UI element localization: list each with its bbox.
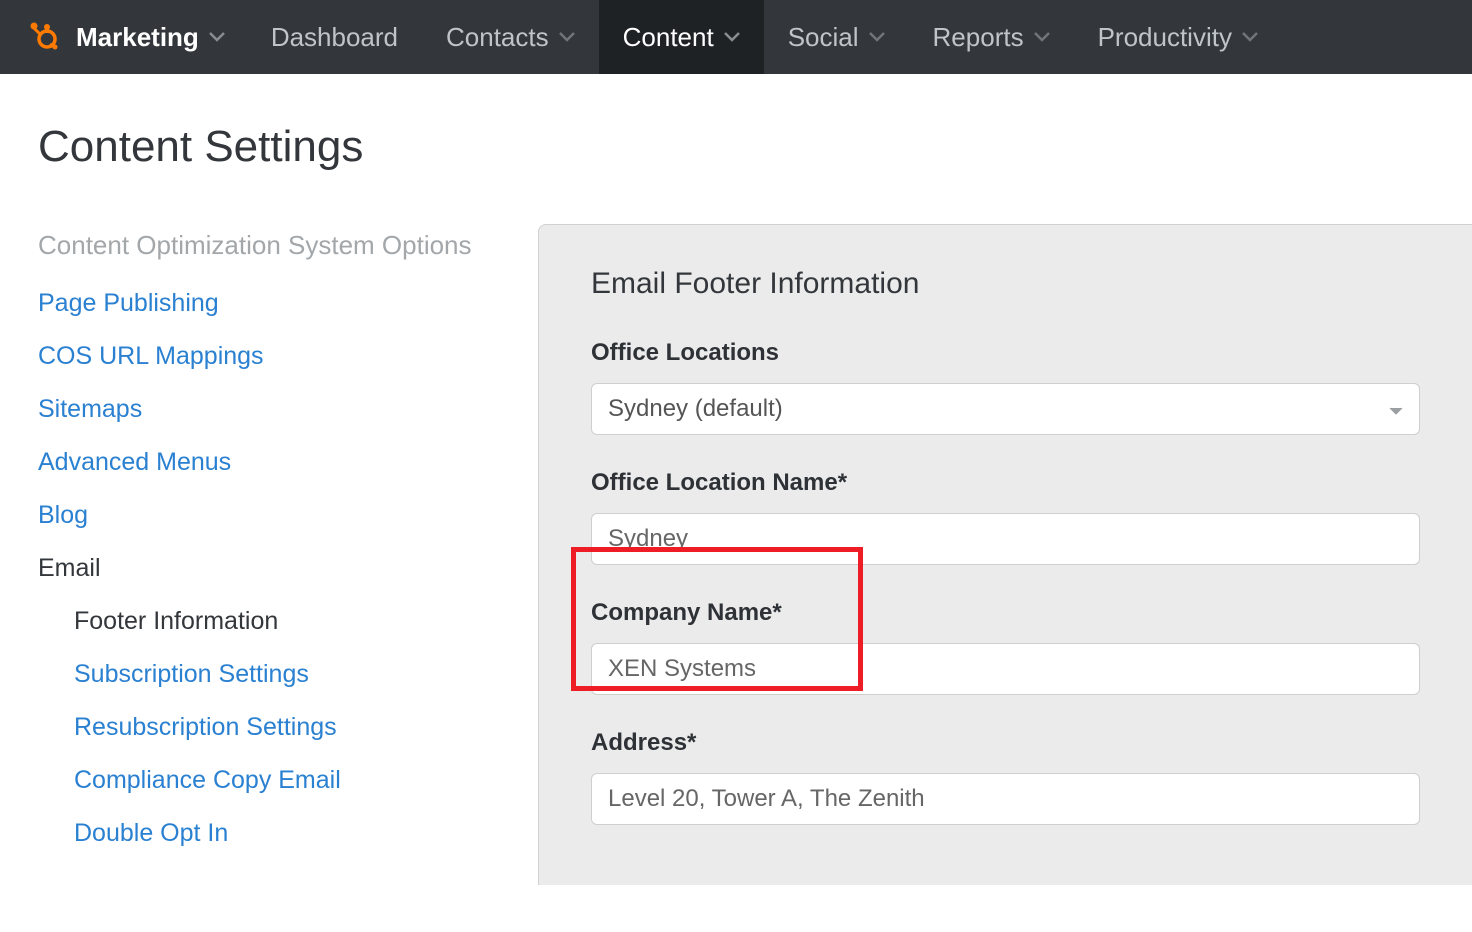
label-address: Address*	[591, 729, 1420, 757]
input-address-wrap	[591, 773, 1420, 825]
sidebar-item-advanced-menus[interactable]: Advanced Menus	[38, 448, 538, 477]
sidebar: Content Optimization System Options Page…	[38, 230, 538, 885]
chevron-down-icon	[724, 32, 740, 42]
sidebar-heading: Content Optimization System Options	[38, 230, 538, 261]
label-office-location-name: Office Location Name*	[591, 469, 1420, 497]
panel-title: Email Footer Information	[591, 267, 1420, 301]
nav-reports[interactable]: Reports	[909, 0, 1074, 74]
sidebar-subitem-resubscription-settings[interactable]: Resubscription Settings	[74, 713, 538, 742]
sidebar-sublist: Footer Information Subscription Settings…	[38, 607, 538, 848]
chevron-down-icon	[1389, 395, 1403, 423]
sidebar-item-email[interactable]: Email	[38, 554, 538, 583]
nav-label: Marketing	[76, 22, 199, 53]
sidebar-list: Page Publishing COS URL Mappings Sitemap…	[38, 289, 538, 848]
sidebar-subitem-footer-information[interactable]: Footer Information	[74, 607, 538, 636]
nav-label: Contacts	[446, 22, 549, 53]
chevron-down-icon	[1034, 32, 1050, 42]
input-company-name-wrap	[591, 643, 1420, 695]
nav-label: Social	[788, 22, 859, 53]
page-title: Content Settings	[38, 122, 1472, 172]
chevron-down-icon	[209, 32, 225, 42]
sidebar-subitem-double-opt-in[interactable]: Double Opt In	[74, 819, 538, 848]
input-address[interactable]	[608, 785, 1403, 813]
input-office-location-name[interactable]	[608, 525, 1403, 553]
hubspot-logo-icon	[28, 20, 58, 55]
nav-productivity[interactable]: Productivity	[1074, 0, 1282, 74]
label-office-locations: Office Locations	[591, 339, 1420, 367]
settings-panel: Email Footer Information Office Location…	[538, 224, 1472, 885]
label-company-name: Company Name*	[591, 599, 1420, 627]
sidebar-subitem-compliance-copy-email[interactable]: Compliance Copy Email	[74, 766, 538, 795]
sidebar-item-sitemaps[interactable]: Sitemaps	[38, 395, 538, 424]
sidebar-item-page-publishing[interactable]: Page Publishing	[38, 289, 538, 318]
nav-contacts[interactable]: Contacts	[422, 0, 599, 74]
nav-label: Content	[623, 22, 714, 53]
sidebar-item-blog[interactable]: Blog	[38, 501, 538, 530]
company-name-group: Company Name*	[591, 599, 1420, 695]
input-company-name[interactable]	[608, 655, 1403, 683]
input-office-location-name-wrap	[591, 513, 1420, 565]
top-nav: Marketing Dashboard Contacts Content Soc…	[0, 0, 1472, 74]
nav-content[interactable]: Content	[599, 0, 764, 74]
select-office-locations-value: Sydney (default)	[608, 395, 783, 423]
nav-marketing[interactable]: Marketing	[70, 0, 247, 74]
chevron-down-icon	[1242, 32, 1258, 42]
sidebar-item-cos-url-mappings[interactable]: COS URL Mappings	[38, 342, 538, 371]
nav-label: Reports	[933, 22, 1024, 53]
nav-label: Productivity	[1098, 22, 1232, 53]
select-office-locations[interactable]: Sydney (default)	[591, 383, 1420, 435]
nav-dashboard[interactable]: Dashboard	[247, 0, 422, 74]
nav-label: Dashboard	[271, 22, 398, 53]
chevron-down-icon	[869, 32, 885, 42]
chevron-down-icon	[559, 32, 575, 42]
sidebar-subitem-subscription-settings[interactable]: Subscription Settings	[74, 660, 538, 689]
nav-social[interactable]: Social	[764, 0, 909, 74]
